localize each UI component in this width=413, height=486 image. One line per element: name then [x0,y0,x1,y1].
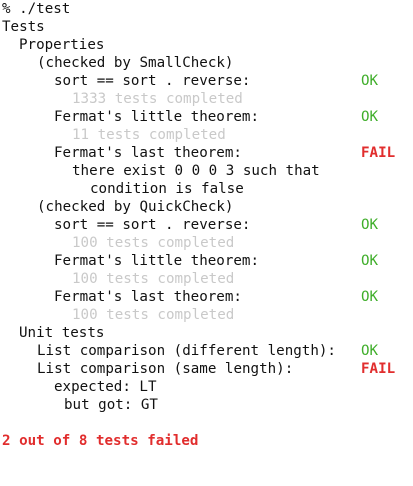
test-detail-text: 100 tests completed [72,307,235,323]
group-title: (checked by SmallCheck) [37,55,234,71]
test-row: sort == sort . reverse: OK [0,72,378,90]
test-status-fail: FAIL [361,361,396,377]
test-detail: 11 tests completed [0,126,226,144]
test-status-fail: FAIL [361,145,396,161]
test-name: sort == sort . reverse: [54,217,251,233]
terminal-output: % ./test Tests Properties (checked by Sm… [0,0,413,452]
test-status-ok: OK [361,109,379,125]
summary-text: 2 out of 8 tests failed [2,433,199,449]
test-row: Fermat's last theorem: OK [0,288,378,306]
test-name: List comparison (same length): [37,361,294,377]
failure-message: condition is false [0,180,244,198]
test-status-ok: OK [361,217,379,233]
group-heading-quickcheck: (checked by QuickCheck) [0,198,233,216]
test-name: Fermat's last theorem: [54,289,242,305]
test-status-ok: OK [361,73,379,89]
command-line: % ./test [0,0,70,18]
test-row: Fermat's last theorem: FAIL [0,144,395,162]
test-detail: 100 tests completed [0,270,234,288]
test-detail-text: 1333 tests completed [72,91,243,107]
test-name: Fermat's little theorem: [54,109,259,125]
test-row: sort == sort . reverse: OK [0,216,378,234]
failure-message: but got: GT [0,396,158,414]
test-row: Fermat's little theorem: OK [0,108,378,126]
command-text: % ./test [2,1,71,17]
test-row: List comparison (same length): FAIL [0,360,395,378]
test-status-ok: OK [361,253,379,269]
test-name: sort == sort . reverse: [54,73,251,89]
test-name: Fermat's last theorem: [54,145,242,161]
failure-message: expected: LT [0,378,157,396]
test-status-ok: OK [361,343,379,359]
test-name: List comparison (different length): [37,343,336,359]
got-text: but got: GT [64,397,158,413]
group-title: Properties [19,37,105,53]
group-heading-properties: Properties [0,36,104,54]
test-detail-text: 100 tests completed [72,235,235,251]
test-detail: 1333 tests completed [0,90,243,108]
failure-message-text: there exist 0 0 0 3 such that [72,163,320,179]
group-heading-tests: Tests [0,18,45,36]
group-heading-unit-tests: Unit tests [0,324,104,342]
test-status-ok: OK [361,289,379,305]
expected-text: expected: LT [54,379,157,395]
test-detail: 100 tests completed [0,234,234,252]
summary-line: 2 out of 8 tests failed [0,432,198,450]
test-detail: 100 tests completed [0,306,234,324]
test-row: List comparison (different length): OK [0,342,378,360]
group-title: Tests [2,19,45,35]
test-row: Fermat's little theorem: OK [0,252,378,270]
group-title: Unit tests [19,325,105,341]
group-title: (checked by QuickCheck) [37,199,234,215]
failure-message: there exist 0 0 0 3 such that [0,162,320,180]
group-heading-smallcheck: (checked by SmallCheck) [0,54,233,72]
test-name: Fermat's little theorem: [54,253,259,269]
failure-message-text: condition is false [90,181,244,197]
test-detail-text: 100 tests completed [72,271,235,287]
test-detail-text: 11 tests completed [72,127,226,143]
